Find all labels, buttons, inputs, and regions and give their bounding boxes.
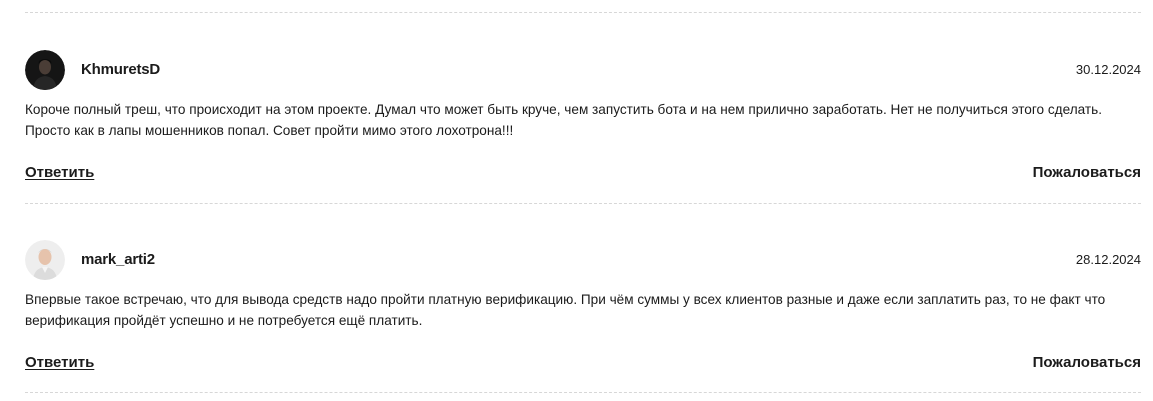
reply-link[interactable]: Ответить: [25, 164, 94, 181]
comment-divider: [25, 12, 1141, 13]
comment-text: Впервые такое встречаю, что для вывода с…: [25, 292, 1106, 328]
report-link[interactable]: Пожаловаться: [1033, 164, 1141, 181]
comment-username: mark_arti2: [81, 251, 155, 268]
comment-divider: [25, 203, 1141, 204]
comment-actions: Ответить Пожаловаться: [25, 354, 1141, 374]
user-avatar-icon[interactable]: [25, 50, 65, 90]
comment-username: KhmuretsD: [81, 61, 161, 78]
report-link[interactable]: Пожаловаться: [1033, 354, 1141, 371]
comment-item: KhmuretsD 30.12.2024 Короче полный треш,…: [25, 50, 1141, 184]
comment-date: 30.12.2024: [1075, 62, 1141, 77]
comment-divider: [25, 392, 1141, 393]
comment-item: mark_arti2 28.12.2024 Впервые такое встр…: [25, 240, 1141, 374]
comments-section: KhmuretsD 30.12.2024 Короче полный треш,…: [0, 0, 1153, 401]
reply-link[interactable]: Ответить: [25, 354, 94, 371]
comment-text: Короче полный треш, что происходит на эт…: [25, 102, 1102, 138]
user-avatar-icon[interactable]: [25, 240, 65, 280]
comment-header: KhmuretsD 30.12.2024: [25, 50, 1141, 90]
comment-actions: Ответить Пожаловаться: [25, 164, 1141, 184]
comment-date: 28.12.2024: [1075, 252, 1141, 267]
comment-header: mark_arti2 28.12.2024: [25, 240, 1141, 280]
